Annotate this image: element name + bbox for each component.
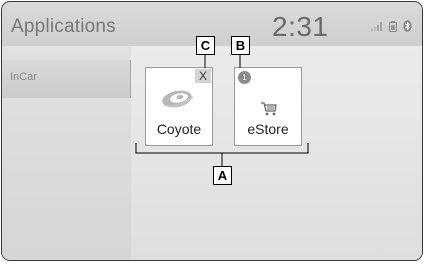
- callout-label-b: B: [231, 36, 250, 55]
- callout-label-a: A: [213, 166, 232, 185]
- callout-label-c: C: [196, 36, 215, 55]
